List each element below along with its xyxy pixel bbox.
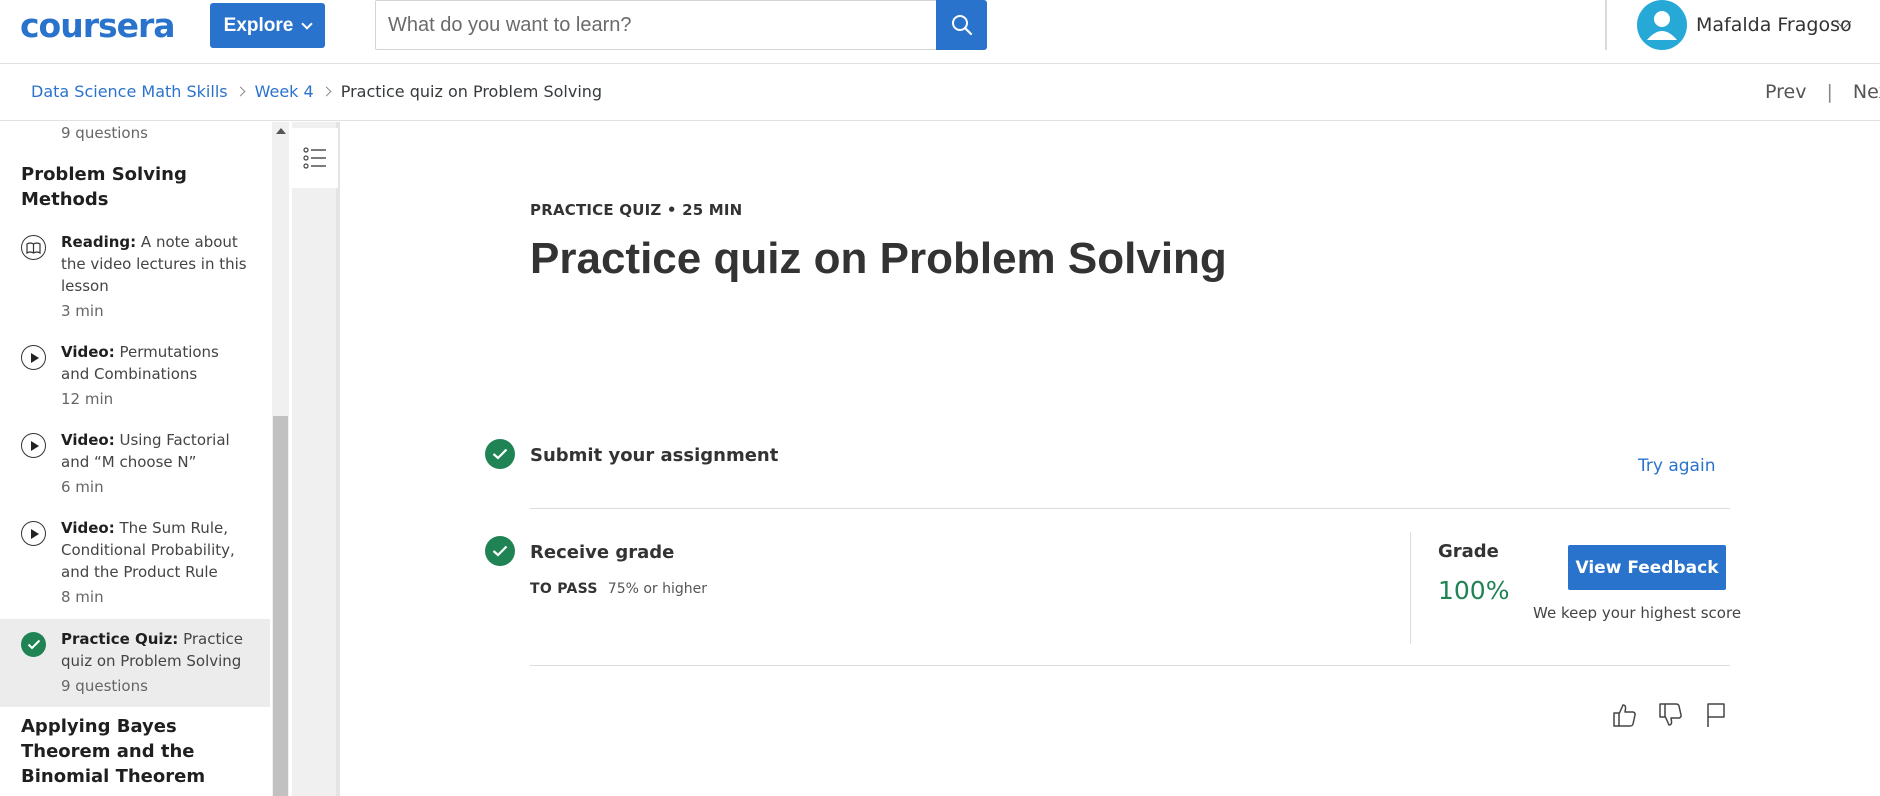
main-content: PRACTICE QUIZ • 25 MIN Practice quiz on … xyxy=(344,122,1880,796)
scroll-up-arrow-icon[interactable] xyxy=(276,128,286,134)
prev-next-nav: Prev | Next xyxy=(1765,81,1880,103)
sidebar-item-label: Video: The Sum Rule, Conditional Probabi… xyxy=(61,519,235,581)
next-link[interactable]: Next xyxy=(1853,81,1880,103)
scrollbar-thumb[interactable] xyxy=(273,416,288,796)
search-icon xyxy=(951,15,972,36)
coursera-logo[interactable]: coursera xyxy=(20,6,176,45)
feedback-actions xyxy=(1610,700,1730,730)
sidebar-item-label: Reading: A note about the video lectures… xyxy=(61,233,247,295)
thumbs-down-icon[interactable] xyxy=(1656,700,1684,730)
avatar[interactable] xyxy=(1637,0,1687,50)
breadcrumb: Data Science Math Skills Week 4 Practice… xyxy=(31,82,602,101)
highest-score-note: We keep your highest score xyxy=(1533,604,1742,622)
play-icon xyxy=(21,433,46,458)
item-meta: 12 min xyxy=(61,390,114,408)
grade-label: Grade xyxy=(1438,541,1499,562)
user-icon xyxy=(1647,11,1677,40)
list-icon xyxy=(303,147,326,169)
search-button[interactable] xyxy=(936,0,987,50)
search-box xyxy=(375,0,937,50)
breadcrumb-course[interactable]: Data Science Math Skills xyxy=(31,82,228,101)
page-title: Practice quiz on Problem Solving xyxy=(530,234,1227,283)
flag-icon[interactable] xyxy=(1702,700,1730,730)
quiz-kicker: PRACTICE QUIZ • 25 MIN xyxy=(530,201,743,219)
grade-value: 100% xyxy=(1438,576,1510,605)
user-name[interactable]: Mafalda Fragoso xyxy=(1696,14,1852,36)
breadcrumb-bar: Data Science Math Skills Week 4 Practice… xyxy=(0,65,1880,121)
thumbs-up-icon[interactable] xyxy=(1610,700,1638,730)
section-heading: Applying Bayes Theorem and the Binomial … xyxy=(21,716,206,787)
book-icon xyxy=(21,235,46,260)
to-pass-info: TO PASS 75% or higher xyxy=(530,581,707,597)
breadcrumb-week[interactable]: Week 4 xyxy=(255,82,314,101)
check-icon xyxy=(485,536,515,566)
item-meta: 3 min xyxy=(61,302,104,320)
nav-separator: | xyxy=(1826,81,1833,103)
check-icon xyxy=(485,439,515,469)
side-rail xyxy=(292,122,340,796)
item-meta: 6 min xyxy=(61,478,104,496)
section-heading: Problem Solving Methods xyxy=(21,164,187,210)
chevron-right-icon xyxy=(235,86,246,97)
sidebar-item-label: Video: Permutations and Combinations xyxy=(61,343,219,383)
top-header: coursera Explore Mafalda Fragoso xyxy=(0,0,1880,64)
play-icon xyxy=(21,521,46,546)
chevron-right-icon xyxy=(321,86,332,97)
sidebar-item-video[interactable]: Video: Using Factorial and “M choose N” … xyxy=(0,426,270,514)
sidebar-item-label: Video: Using Factorial and “M choose N” xyxy=(61,431,230,471)
item-meta: 9 questions xyxy=(61,124,148,142)
explore-label: Explore xyxy=(223,14,294,36)
submit-assignment-label: Submit your assignment xyxy=(530,445,779,466)
to-pass-label: TO PASS xyxy=(530,581,598,597)
course-sidebar: 9 questions Problem Solving Methods Read… xyxy=(0,122,270,796)
receive-grade-label: Receive grade xyxy=(530,542,675,563)
divider xyxy=(530,665,1730,666)
sidebar-item-video[interactable]: Video: Permutations and Combinations 12 … xyxy=(0,338,270,426)
breadcrumb-current: Practice quiz on Problem Solving xyxy=(340,82,603,101)
toggle-outline-button[interactable] xyxy=(292,128,338,188)
chevron-down-icon xyxy=(301,17,314,30)
check-icon xyxy=(21,632,46,657)
item-meta: 8 min xyxy=(61,588,104,606)
vertical-divider xyxy=(1410,532,1411,644)
view-feedback-button[interactable]: View Feedback xyxy=(1568,545,1726,590)
sidebar-item-label: Practice Quiz: Practice quiz on Problem … xyxy=(61,630,244,670)
sidebar-item-practice-quiz[interactable]: Practice Quiz: Practice quiz on Problem … xyxy=(0,619,270,707)
header-divider xyxy=(1605,0,1607,50)
prev-link[interactable]: Prev xyxy=(1765,81,1806,103)
sidebar-item-video[interactable]: Video: The Sum Rule, Conditional Probabi… xyxy=(0,514,270,624)
divider xyxy=(530,508,1730,509)
try-again-link[interactable]: Try again xyxy=(1638,456,1715,476)
search-input[interactable] xyxy=(388,1,928,49)
play-icon xyxy=(21,345,46,370)
explore-button[interactable]: Explore xyxy=(210,3,325,48)
to-pass-value: 75% or higher xyxy=(607,581,708,597)
item-meta: 9 questions xyxy=(61,677,148,695)
sidebar-item-reading[interactable]: Reading: A note about the video lectures… xyxy=(0,228,270,338)
